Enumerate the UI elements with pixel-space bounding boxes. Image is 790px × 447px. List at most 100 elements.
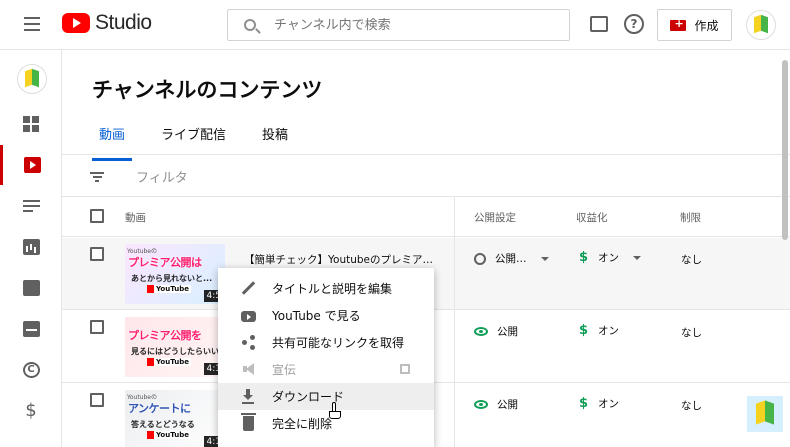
filter-icon[interactable] bbox=[90, 172, 104, 182]
menu-item-label: 完全に削除 bbox=[272, 417, 333, 431]
monetization-value: オン bbox=[598, 398, 620, 410]
monetization-status: $ オン bbox=[579, 396, 619, 411]
filter-input[interactable]: フィルタ bbox=[136, 167, 188, 186]
restriction-value: なし bbox=[681, 327, 702, 339]
pencil-icon bbox=[241, 281, 256, 296]
eye-icon bbox=[474, 327, 488, 336]
help-icon[interactable]: ? bbox=[624, 14, 644, 34]
dollar-icon: $ bbox=[25, 400, 37, 421]
thumb-brand: YouTube bbox=[147, 285, 191, 293]
beginner-mark-icon bbox=[747, 396, 783, 432]
visibility-status: 公開 bbox=[474, 324, 518, 339]
visibility-value: 公開… bbox=[495, 253, 527, 265]
select-all-checkbox[interactable] bbox=[90, 209, 104, 223]
download-icon bbox=[241, 389, 256, 404]
beginner-mark-icon bbox=[18, 65, 46, 93]
menu-item-delete[interactable]: 完全に削除 bbox=[218, 410, 434, 437]
account-avatar[interactable] bbox=[746, 10, 776, 40]
menu-item-label: 共有可能なリンクを取得 bbox=[272, 336, 405, 350]
menu-item-watch-on-youtube[interactable]: YouTube で見る bbox=[218, 302, 434, 329]
youtube-logo-icon bbox=[62, 13, 90, 33]
row-checkbox[interactable] bbox=[90, 320, 104, 334]
monetization-dropdown[interactable]: $ オン bbox=[579, 250, 642, 265]
sidebar-item-content[interactable] bbox=[0, 145, 62, 185]
analytics-icon bbox=[22, 239, 40, 255]
subtitles-icon bbox=[22, 321, 40, 337]
thumb-headline: アンケートに bbox=[128, 402, 191, 415]
create-label: 作成 bbox=[694, 18, 719, 33]
external-link-icon bbox=[400, 364, 410, 374]
playlist-icon bbox=[22, 198, 40, 214]
sidebar-item-copyright[interactable]: C bbox=[0, 350, 62, 390]
sidebar-item-playlists[interactable] bbox=[0, 186, 62, 226]
menu-item-label: 宣伝 bbox=[272, 363, 297, 377]
chevron-down-icon bbox=[633, 255, 642, 260]
column-visibility[interactable]: 公開設定 bbox=[474, 210, 516, 225]
video-options-menu: タイトルと説明を編集 YouTube で見る 共有可能なリンクを取得 宣伝 ダウ… bbox=[218, 268, 434, 447]
copyright-icon: C bbox=[22, 362, 40, 378]
visibility-dropdown[interactable]: 公開… bbox=[474, 251, 549, 266]
scrollbar[interactable] bbox=[782, 60, 788, 240]
sidebar-item-dashboard[interactable] bbox=[0, 104, 62, 144]
search-box[interactable] bbox=[227, 9, 570, 41]
sidebar-item-analytics[interactable] bbox=[0, 227, 62, 267]
search-input[interactable] bbox=[274, 17, 554, 33]
beginner-badge bbox=[747, 396, 783, 432]
monetization-value: オン bbox=[598, 325, 620, 337]
thumb-subline: あとから見れないと... bbox=[131, 274, 213, 283]
dollar-icon: $ bbox=[579, 323, 589, 338]
menu-item-edit[interactable]: タイトルと説明を編集 bbox=[218, 275, 434, 302]
hand-cursor-icon bbox=[328, 402, 342, 420]
video-thumbnail[interactable]: Youtubeの プレミア公開は あとから見れないと... YouTube 4:… bbox=[125, 244, 225, 304]
menu-item-label: YouTube で見る bbox=[272, 309, 361, 323]
thumb-brand: YouTube bbox=[147, 358, 191, 366]
studio-logo[interactable]: Studio bbox=[62, 11, 152, 35]
column-divider bbox=[454, 197, 455, 447]
menu-item-download[interactable]: ダウンロード bbox=[218, 383, 434, 410]
menu-item-label: タイトルと説明を編集 bbox=[272, 282, 393, 296]
youtube-icon bbox=[241, 310, 256, 322]
top-app-bar: Studio ? 作成 bbox=[0, 0, 790, 50]
column-video[interactable]: 動画 bbox=[125, 210, 146, 225]
channel-avatar[interactable] bbox=[17, 64, 47, 94]
hamburger-menu-icon[interactable] bbox=[24, 17, 40, 31]
thumb-headline: プレミア公開は bbox=[128, 256, 202, 269]
camera-icon bbox=[670, 17, 687, 31]
trash-icon bbox=[241, 413, 256, 431]
column-restrictions[interactable]: 制限 bbox=[680, 210, 701, 225]
menu-item-promote: 宣伝 bbox=[218, 356, 434, 383]
video-library-icon bbox=[24, 157, 41, 173]
sidebar-item-monetization[interactable]: $ bbox=[0, 391, 62, 431]
menu-item-share-link[interactable]: 共有可能なリンクを取得 bbox=[218, 329, 434, 356]
dashboard-icon bbox=[22, 116, 40, 132]
filter-bar[interactable]: フィルタ bbox=[62, 155, 790, 197]
thumb-subline: 答えるとどうなる bbox=[131, 420, 195, 429]
table-header: 動画 公開設定 収益化 制限 bbox=[62, 197, 790, 237]
beginner-mark-icon bbox=[747, 11, 775, 39]
thumb-headline: プレミア公開を bbox=[128, 329, 202, 342]
feedback-icon[interactable] bbox=[590, 16, 608, 32]
megaphone-icon bbox=[241, 362, 256, 377]
search-icon bbox=[244, 19, 256, 31]
visibility-status: 公開 bbox=[474, 397, 518, 412]
dollar-icon: $ bbox=[579, 250, 589, 265]
sidebar-item-subtitles[interactable] bbox=[0, 309, 62, 349]
dollar-icon: $ bbox=[579, 396, 589, 411]
video-title[interactable]: 【簡単チェック】Youtubeのプレミア… bbox=[244, 252, 433, 267]
visibility-value: 公開 bbox=[497, 399, 518, 411]
row-checkbox[interactable] bbox=[90, 247, 104, 261]
clock-icon bbox=[474, 252, 486, 265]
thumb-brand: YouTube bbox=[147, 431, 191, 439]
visibility-value: 公開 bbox=[497, 326, 518, 338]
column-monetization[interactable]: 収益化 bbox=[576, 210, 608, 225]
sidebar: C $ bbox=[0, 50, 62, 447]
row-checkbox[interactable] bbox=[90, 393, 104, 407]
chevron-down-icon bbox=[540, 256, 549, 261]
page-title: チャンネルのコンテンツ bbox=[92, 78, 323, 102]
video-thumbnail[interactable]: プレミア公開を 見るにはどうしたらいい YouTube 4:1 bbox=[125, 317, 225, 377]
logo-text: Studio bbox=[95, 11, 152, 34]
video-thumbnail[interactable]: Youtubeの アンケートに 答えるとどうなる YouTube 4:1 bbox=[125, 390, 225, 447]
create-button[interactable]: 作成 bbox=[657, 9, 732, 41]
comments-icon bbox=[22, 280, 40, 296]
sidebar-item-comments[interactable] bbox=[0, 268, 62, 308]
